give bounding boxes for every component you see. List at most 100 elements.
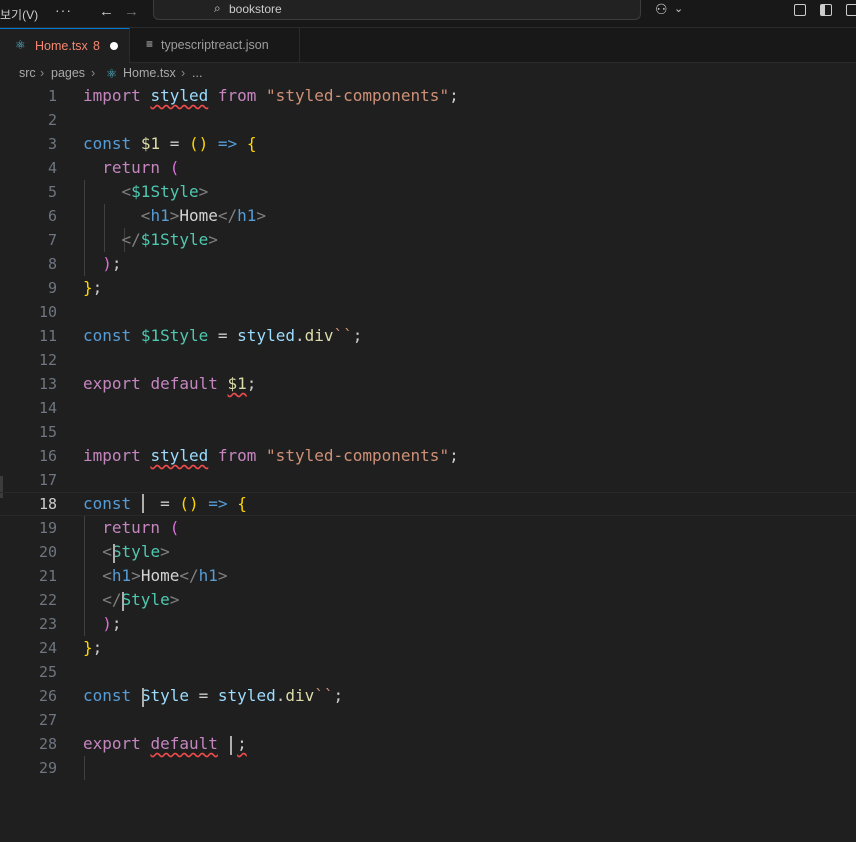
- line-number: 25: [38, 663, 57, 681]
- code-text: <h1>Home</h1>: [140, 206, 267, 225]
- code-line[interactable]: 21 <h1>Home</h1>: [0, 564, 856, 588]
- line-number: 28: [38, 735, 57, 753]
- code-text: const = () => {: [83, 494, 247, 513]
- code-line[interactable]: 14: [0, 396, 856, 420]
- code-line[interactable]: 20 <Style>: [0, 540, 856, 564]
- back-arrow-icon[interactable]: ←: [99, 3, 114, 20]
- code-text: );: [102, 614, 122, 633]
- code-line[interactable]: 25: [0, 660, 856, 684]
- tab-label: typescriptreact.json: [161, 38, 269, 52]
- line-number: 19: [38, 519, 57, 537]
- code-text: };: [83, 638, 103, 657]
- code-text: const Style = styled.div``;: [83, 686, 344, 705]
- code-editor[interactable]: 1 import styled from "styled-components"…: [0, 84, 856, 842]
- code-line[interactable]: 4 return (: [0, 156, 856, 180]
- unsaved-dot-icon[interactable]: [110, 42, 118, 50]
- code-text: export default $1;: [83, 374, 257, 393]
- code-text: import styled from "styled-components";: [83, 86, 459, 105]
- code-text: </$1Style>: [121, 230, 218, 249]
- customize-layout-icon[interactable]: [846, 4, 856, 16]
- code-line[interactable]: 8 );: [0, 252, 856, 276]
- code-line[interactable]: 9 };: [0, 276, 856, 300]
- line-number: 21: [38, 567, 57, 585]
- line-number: 27: [38, 711, 57, 729]
- line-number: 13: [38, 375, 57, 393]
- code-line[interactable]: 13 export default $1;: [0, 372, 856, 396]
- toggle-sidebar-icon[interactable]: [820, 4, 832, 16]
- code-line[interactable]: 16 import styled from "styled-components…: [0, 444, 856, 468]
- line-number: 6: [47, 207, 57, 225]
- line-number: 24: [38, 639, 57, 657]
- problem-count-badge: 8: [93, 39, 100, 53]
- code-line[interactable]: 29: [0, 756, 856, 780]
- menu-view[interactable]: 보기(V): [0, 6, 38, 23]
- text-cursor: [142, 688, 144, 707]
- line-number: 16: [38, 447, 57, 465]
- code-line[interactable]: 28 export default ;: [0, 732, 856, 756]
- breadcrumb-file[interactable]: Home.tsx: [123, 66, 176, 80]
- code-line[interactable]: 26 const Style = styled.div``;: [0, 684, 856, 708]
- command-center-search[interactable]: [153, 0, 641, 20]
- copilot-icon[interactable]: ⚇: [655, 1, 668, 18]
- chevron-right-icon: ›: [40, 66, 45, 80]
- code-line[interactable]: 3 const $1 = () => {: [0, 132, 856, 156]
- line-number: 10: [38, 303, 57, 321]
- code-line[interactable]: 15: [0, 420, 856, 444]
- code-line[interactable]: 27: [0, 708, 856, 732]
- line-number: 5: [47, 183, 57, 201]
- line-number: 3: [47, 135, 57, 153]
- text-cursor: [142, 494, 144, 513]
- text-cursor: [230, 736, 232, 755]
- tab-home-tsx[interactable]: ⚛ Home.tsx 8: [0, 28, 130, 63]
- code-line[interactable]: 19 return (: [0, 516, 856, 540]
- line-number: 17: [38, 471, 57, 489]
- code-line[interactable]: 1 import styled from "styled-components"…: [0, 84, 856, 108]
- code-line[interactable]: 17: [0, 468, 856, 492]
- code-line-current[interactable]: 18 const = () => {: [0, 492, 856, 516]
- chevron-right-icon: ›: [91, 66, 96, 80]
- code-text: );: [102, 254, 122, 273]
- code-line[interactable]: 5 <$1Style>: [0, 180, 856, 204]
- line-number: 18: [38, 495, 57, 513]
- code-line[interactable]: 6 <h1>Home</h1>: [0, 204, 856, 228]
- title-bar: 보기(V) ··· ← → ⌕ bookstore ⚇ ⌄: [0, 0, 856, 28]
- toggle-panel-icon[interactable]: [794, 4, 806, 16]
- code-text: };: [83, 278, 103, 297]
- line-number: 8: [47, 255, 57, 273]
- line-number: 1: [47, 87, 57, 105]
- code-line[interactable]: 11 const $1Style = styled.div``;: [0, 324, 856, 348]
- code-line[interactable]: 10: [0, 300, 856, 324]
- line-number: 11: [38, 327, 57, 345]
- line-number: 14: [38, 399, 57, 417]
- react-file-icon: ⚛: [106, 67, 118, 81]
- code-line[interactable]: 12: [0, 348, 856, 372]
- forward-arrow-icon[interactable]: →: [124, 3, 139, 20]
- line-number: 2: [47, 111, 57, 129]
- line-number: 9: [47, 279, 57, 297]
- code-text: const $1Style = styled.div``;: [83, 326, 363, 345]
- code-line[interactable]: 22 </Style>: [0, 588, 856, 612]
- line-number: 12: [38, 351, 57, 369]
- code-line[interactable]: 7 </$1Style>: [0, 228, 856, 252]
- code-text: <Style>: [102, 542, 170, 561]
- workspace-name[interactable]: bookstore: [229, 2, 282, 16]
- line-number: 4: [47, 159, 57, 177]
- breadcrumb-pages[interactable]: pages: [51, 66, 85, 80]
- code-line[interactable]: 2: [0, 108, 856, 132]
- code-text: <$1Style>: [121, 182, 209, 201]
- breadcrumb-symbols[interactable]: ...: [192, 66, 202, 80]
- line-number: 20: [38, 543, 57, 561]
- code-text: </Style>: [102, 590, 180, 609]
- text-cursor: [122, 592, 124, 611]
- more-menu-icon[interactable]: ···: [55, 2, 72, 18]
- code-line[interactable]: 23 );: [0, 612, 856, 636]
- breadcrumb-src[interactable]: src: [19, 66, 36, 80]
- code-text: return (: [102, 518, 180, 537]
- chevron-down-icon[interactable]: ⌄: [674, 2, 683, 15]
- line-number: 29: [38, 759, 57, 777]
- tab-typescriptreact-json[interactable]: ≡ typescriptreact.json: [130, 28, 300, 63]
- line-number: 26: [38, 687, 57, 705]
- json-file-icon: ≡: [146, 37, 154, 51]
- line-number: 22: [38, 591, 57, 609]
- code-line[interactable]: 24 };: [0, 636, 856, 660]
